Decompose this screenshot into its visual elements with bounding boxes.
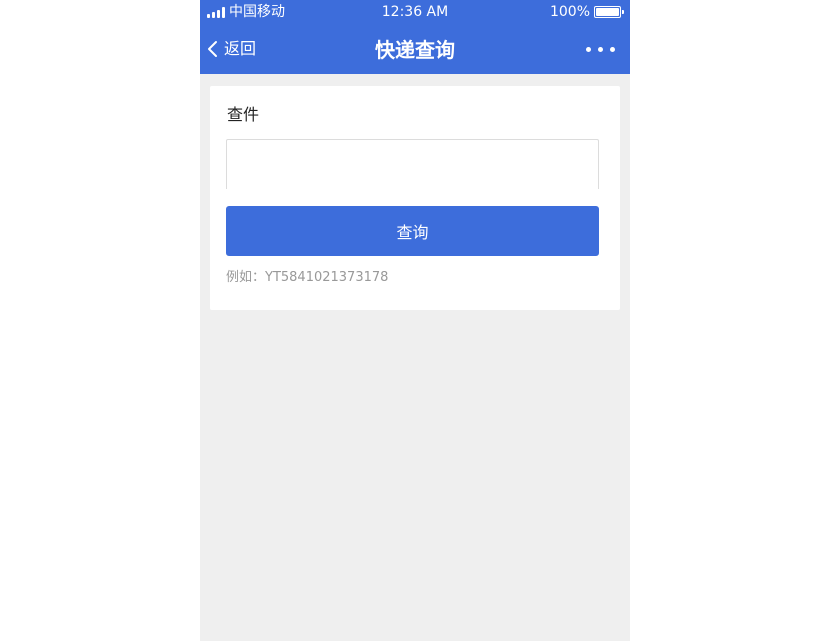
tracking-number-input[interactable] xyxy=(226,139,599,189)
page-title: 快递查询 xyxy=(375,38,455,62)
more-button[interactable] xyxy=(586,42,616,56)
tracking-label: 查件 xyxy=(227,105,260,124)
query-button[interactable]: 查询 xyxy=(226,206,599,256)
more-horizontal-icon xyxy=(586,47,591,52)
phone-screen: 中国移动 12:36 AM 100% 返回 快递查询 查件 查询 例如：YT58… xyxy=(200,0,630,641)
query-card: 查件 查询 例如：YT5841021373178 xyxy=(210,86,620,310)
battery-percentage: 100% xyxy=(549,4,590,20)
battery-icon xyxy=(594,6,624,18)
status-bar: 中国移动 12:36 AM 100% xyxy=(200,0,630,24)
navigation-bar: 返回 快递查询 xyxy=(200,24,630,74)
example-hint: 例如：YT5841021373178 xyxy=(226,270,389,285)
